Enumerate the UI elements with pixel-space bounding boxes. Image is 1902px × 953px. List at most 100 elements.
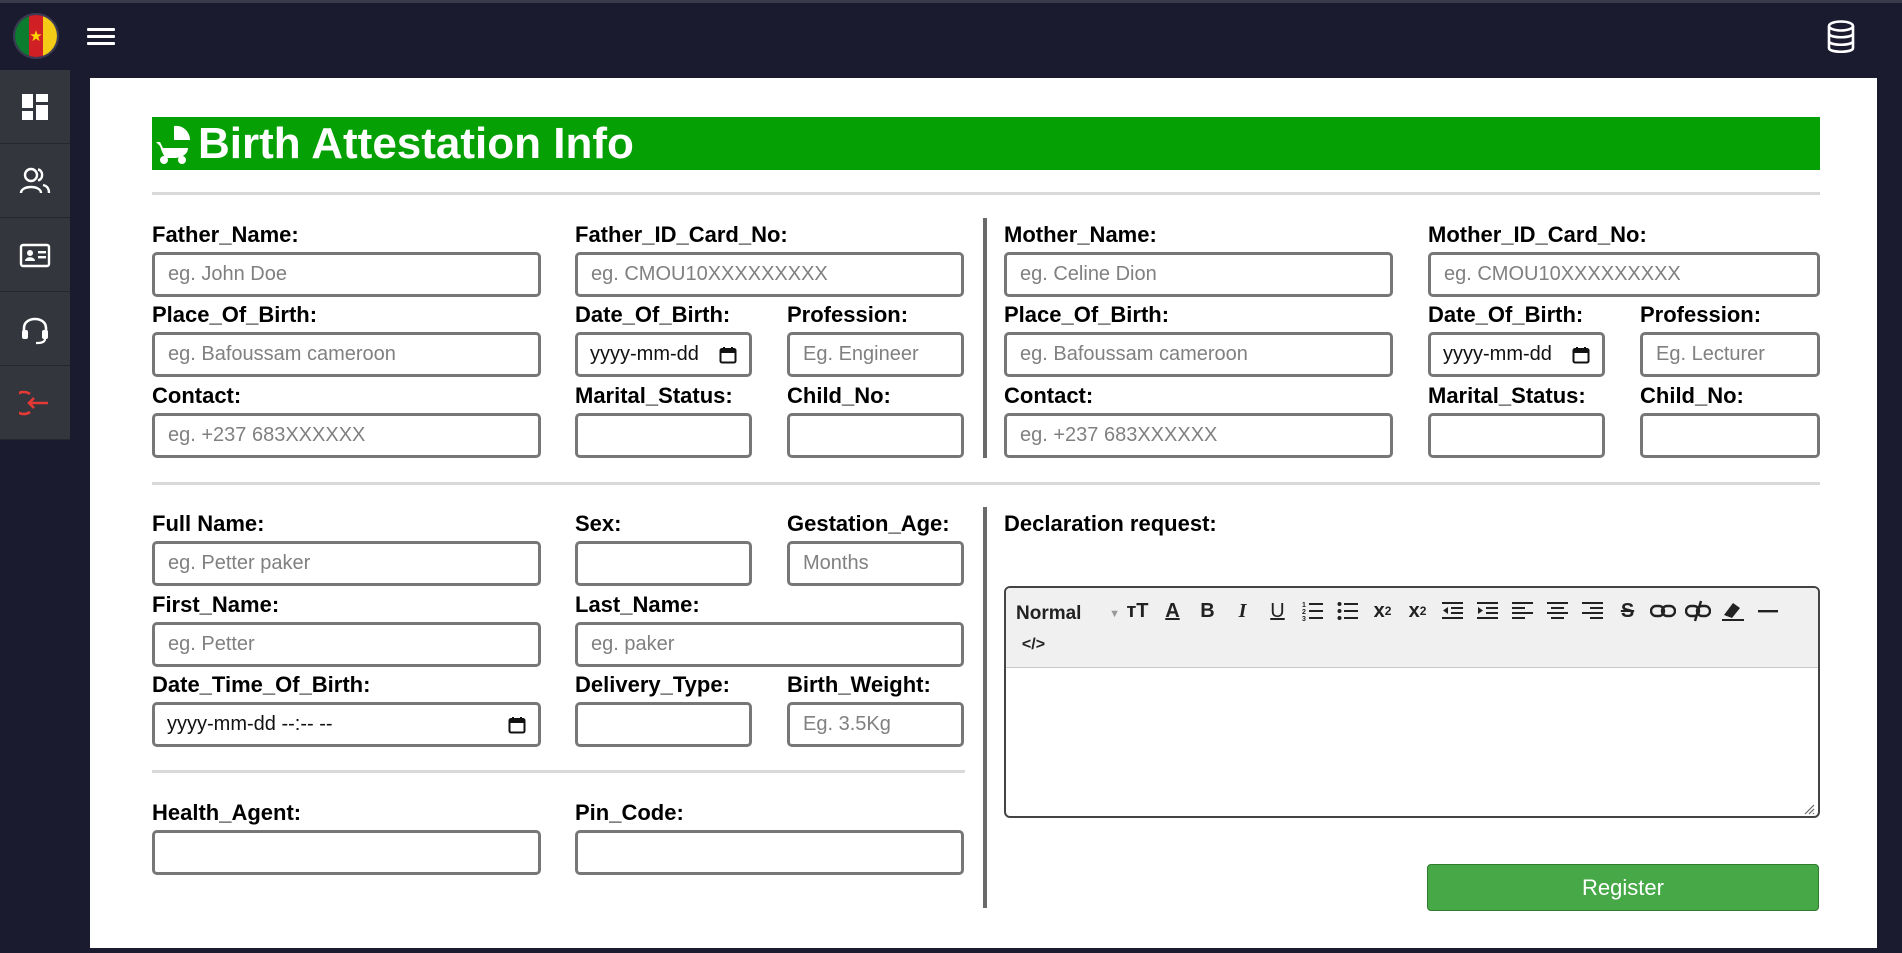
weight-input[interactable] <box>787 702 964 747</box>
bold-icon[interactable]: B <box>1190 594 1225 628</box>
fullname-label: Full Name: <box>152 511 265 536</box>
sidebar-item-logout[interactable] <box>0 366 70 440</box>
father-pob-input[interactable] <box>152 332 541 377</box>
mother-id-label: Mother_ID_Card_No: <box>1428 222 1647 247</box>
mother-marital-input[interactable] <box>1428 413 1605 458</box>
horizontal-rule-icon[interactable] <box>1750 594 1785 628</box>
mother-dob-input[interactable]: yyyy-mm-dd <box>1428 332 1605 377</box>
mother-name-input[interactable] <box>1004 252 1393 297</box>
editor-toolbar: Normal ▼ ᴛT A B I U 123 x2 x2 S </> <box>1006 588 1818 668</box>
svg-text:3: 3 <box>1302 616 1306 622</box>
top-navbar: ★ <box>0 0 1902 70</box>
logout-icon <box>19 390 48 415</box>
ordered-list-icon[interactable]: 123 <box>1295 594 1330 628</box>
resize-grip-icon[interactable] <box>1803 803 1815 815</box>
dashboard-icon <box>22 93 48 120</box>
bullet-list-icon[interactable] <box>1330 594 1365 628</box>
link-icon[interactable] <box>1645 594 1680 628</box>
mother-marital-label: Marital_Status: <box>1428 383 1586 408</box>
sex-input[interactable] <box>575 541 752 586</box>
mother-pob-label: Place_Of_Birth: <box>1004 302 1170 327</box>
sidebar-item-id-card[interactable] <box>0 218 70 292</box>
code-view-icon[interactable]: </> <box>1016 628 1051 662</box>
main-card: Birth Attestation Info Father_Name: Fath… <box>90 78 1877 948</box>
page-title-banner: Birth Attestation Info <box>152 117 1820 170</box>
father-name-input[interactable] <box>152 252 541 297</box>
declaration-editor: Normal ▼ ᴛT A B I U 123 x2 x2 S </> <box>1004 586 1820 818</box>
mother-profession-input[interactable] <box>1640 332 1820 377</box>
align-right-icon[interactable] <box>1575 594 1610 628</box>
pin-code-input[interactable] <box>575 830 964 875</box>
sidebar-item-support[interactable] <box>0 292 70 366</box>
mother-pob-input[interactable] <box>1004 332 1393 377</box>
father-profession-label: Profession: <box>787 302 909 327</box>
health-agent-input[interactable] <box>152 830 541 875</box>
sidebar-item-dashboard[interactable] <box>0 70 70 144</box>
indent-icon[interactable] <box>1470 594 1505 628</box>
register-button[interactable]: Register <box>1427 864 1819 911</box>
section-divider-top <box>983 218 987 458</box>
align-center-icon[interactable] <box>1540 594 1575 628</box>
eraser-icon[interactable] <box>1715 594 1750 628</box>
mother-dob-label: Date_Of_Birth: <box>1428 302 1584 327</box>
child-divider <box>152 770 965 773</box>
dtob-label: Date_Time_Of_Birth: <box>152 672 371 697</box>
father-marital-input[interactable] <box>575 413 752 458</box>
calendar-icon[interactable] <box>1572 346 1590 364</box>
hamburger-icon[interactable] <box>87 24 115 50</box>
firstname-input[interactable] <box>152 622 541 667</box>
pin-code-label: Pin_Code: <box>575 800 684 825</box>
father-pob-label: Place_Of_Birth: <box>152 302 318 327</box>
father-id-input[interactable] <box>575 252 964 297</box>
italic-icon[interactable]: I <box>1225 594 1260 628</box>
fullname-input[interactable] <box>152 541 541 586</box>
mother-name-label: Mother_Name: <box>1004 222 1157 247</box>
middle-divider <box>152 482 1820 485</box>
weight-label: Birth_Weight: <box>787 672 931 697</box>
strikethrough-icon[interactable]: S <box>1610 594 1645 628</box>
declaration-label: Declaration request: <box>1004 511 1217 536</box>
delivery-label: Delivery_Type: <box>575 672 730 697</box>
calendar-icon[interactable] <box>719 346 737 364</box>
mother-contact-label: Contact: <box>1004 383 1094 408</box>
text-size-icon[interactable]: ᴛT <box>1120 594 1155 628</box>
outdent-icon[interactable] <box>1435 594 1470 628</box>
database-icon[interactable] <box>1826 20 1856 54</box>
sex-label: Sex: <box>575 511 622 536</box>
lastname-label: Last_Name: <box>575 592 700 617</box>
users-icon <box>19 167 51 193</box>
mother-id-input[interactable] <box>1428 252 1820 297</box>
gestation-input[interactable] <box>787 541 964 586</box>
calendar-icon[interactable] <box>508 716 526 734</box>
father-child-input[interactable] <box>787 413 964 458</box>
subscript-icon[interactable]: x2 <box>1365 594 1400 628</box>
delivery-input[interactable] <box>575 702 752 747</box>
mother-child-input[interactable] <box>1640 413 1820 458</box>
father-dob-input[interactable]: yyyy-mm-dd <box>575 332 752 377</box>
editor-text-area[interactable] <box>1006 668 1818 816</box>
father-dob-label: Date_Of_Birth: <box>575 302 731 327</box>
superscript-icon[interactable]: x2 <box>1400 594 1435 628</box>
father-id-label: Father_ID_Card_No: <box>575 222 788 247</box>
svg-text:1: 1 <box>1302 602 1306 609</box>
mother-contact-input[interactable] <box>1004 413 1393 458</box>
father-profession-input[interactable] <box>787 332 964 377</box>
cameroon-flag-icon[interactable]: ★ <box>13 13 59 59</box>
mother-profession-label: Profession: <box>1640 302 1762 327</box>
underline-icon[interactable]: U <box>1260 594 1295 628</box>
align-left-icon[interactable] <box>1505 594 1540 628</box>
format-select[interactable]: Normal ▼ <box>1016 594 1120 628</box>
svg-text:2: 2 <box>1302 609 1306 616</box>
dtob-input[interactable]: yyyy-mm-dd --:-- -- <box>152 702 541 747</box>
title-divider <box>152 192 1820 195</box>
lastname-input[interactable] <box>575 622 964 667</box>
section-divider-bottom <box>983 507 987 908</box>
father-marital-label: Marital_Status: <box>575 383 733 408</box>
headset-icon <box>22 317 48 344</box>
sidebar-item-users[interactable] <box>0 144 70 218</box>
father-contact-label: Contact: <box>152 383 242 408</box>
father-child-label: Child_No: <box>787 383 891 408</box>
father-contact-input[interactable] <box>152 413 541 458</box>
text-color-icon[interactable]: A <box>1155 594 1190 628</box>
unlink-icon[interactable] <box>1680 594 1715 628</box>
